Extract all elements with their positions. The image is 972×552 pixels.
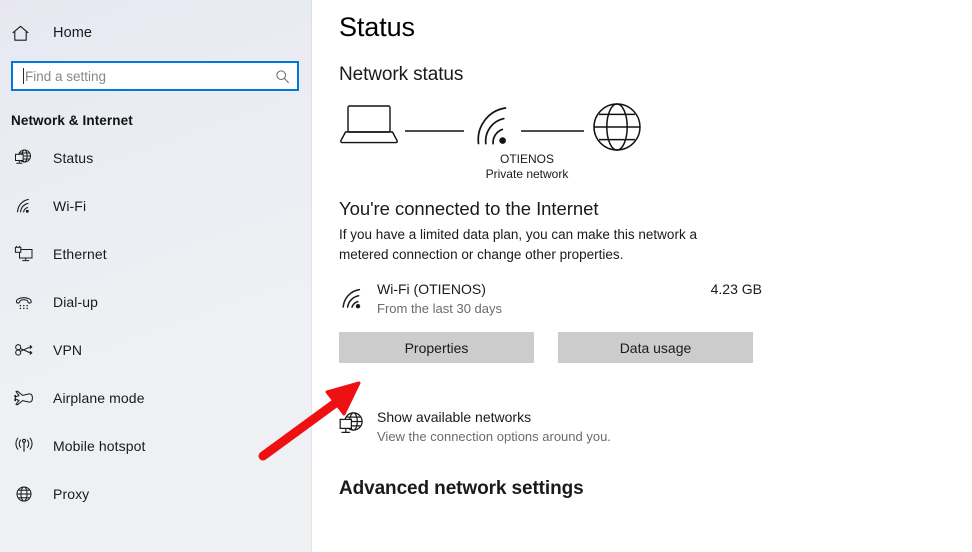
sidebar-item-label: Status (53, 149, 94, 166)
adapter-row: Wi-Fi (OTIENOS) From the last 30 days 4.… (339, 280, 762, 318)
sidebar-item-ethernet[interactable]: Ethernet (0, 237, 312, 270)
network-status-globe-icon (339, 408, 375, 437)
properties-button[interactable]: Properties (339, 332, 534, 363)
sidebar-item-label: Airplane mode (53, 389, 145, 406)
sidebar-item-label: VPN (53, 341, 83, 358)
network-diagram: OTIENOS Private network (339, 100, 669, 188)
sidebar-section-title: Network & Internet (11, 113, 133, 128)
wifi-icon (11, 197, 37, 215)
connection-heading: You're connected to the Internet (339, 198, 599, 219)
dialup-phone-icon (11, 293, 37, 311)
sidebar-item-status[interactable]: Status (0, 141, 312, 174)
mobile-hotspot-icon (11, 437, 37, 455)
data-usage-button[interactable]: Data usage (558, 332, 753, 363)
sidebar-item-label: Ethernet (53, 245, 107, 262)
search-input[interactable] (13, 63, 267, 89)
sidebar-home-label: Home (53, 25, 93, 41)
settings-sidebar: Home Network & Internet (0, 0, 312, 552)
show-available-networks-texts: Show available networks View the connect… (375, 408, 611, 446)
diagram-network-name: OTIENOS (499, 152, 554, 166)
connection-description: If you have a limited data plan, you can… (339, 227, 697, 262)
sidebar-item-wifi[interactable]: Wi-Fi (0, 189, 312, 222)
network-status-heading: Network status (339, 64, 464, 85)
vpn-key-icon (11, 341, 37, 359)
advanced-network-settings-heading: Advanced network settings (339, 478, 584, 499)
diagram-network-type: Private network (485, 167, 569, 181)
search-box[interactable] (11, 61, 299, 91)
sidebar-item-home[interactable]: Home (0, 18, 312, 48)
settings-window: Home Network & Internet (0, 0, 972, 552)
sidebar-item-vpn[interactable]: VPN (0, 333, 312, 366)
adapter-texts: Wi-Fi (OTIENOS) From the last 30 days (375, 280, 711, 318)
ethernet-monitor-icon (11, 245, 37, 263)
wifi-icon (477, 107, 507, 145)
sidebar-nav-list: Status Wi-Fi Ethernet Dial-up VPN Airpla… (0, 141, 312, 510)
sidebar-item-proxy[interactable]: Proxy (0, 477, 312, 510)
adapter-name: Wi-Fi (OTIENOS) (377, 281, 486, 297)
action-button-row: Properties Data usage (339, 332, 972, 363)
sidebar-item-airplane-mode[interactable]: Airplane mode (0, 381, 312, 414)
settings-content: Status Network status OTIENOS Private ne… (312, 0, 972, 552)
adapter-data-usage: 4.23 GB (710, 281, 762, 297)
sidebar-item-label: Mobile hotspot (53, 437, 146, 454)
laptop-icon (340, 105, 398, 144)
search-icon[interactable] (267, 69, 297, 84)
sidebar-item-label: Dial-up (53, 293, 99, 310)
diagram-network-caption: OTIENOS Private network (457, 152, 597, 182)
show-available-networks-row[interactable]: Show available networks View the connect… (339, 408, 972, 446)
page-title: Status (339, 12, 415, 42)
sidebar-item-dialup[interactable]: Dial-up (0, 285, 312, 318)
sidebar-item-label: Proxy (53, 485, 90, 502)
text-caret (23, 68, 24, 84)
home-icon (11, 24, 37, 43)
airplane-icon (11, 389, 37, 407)
adapter-subtitle: From the last 30 days (377, 301, 502, 316)
network-status-globe-icon (11, 148, 37, 168)
sidebar-item-label: Wi-Fi (53, 197, 87, 214)
globe-icon (593, 103, 641, 151)
sidebar-item-mobile-hotspot[interactable]: Mobile hotspot (0, 429, 312, 462)
globe-icon (11, 485, 37, 503)
show-available-networks-subtitle: View the connection options around you. (377, 429, 611, 444)
show-available-networks-title: Show available networks (377, 409, 532, 425)
wifi-icon (339, 280, 375, 312)
